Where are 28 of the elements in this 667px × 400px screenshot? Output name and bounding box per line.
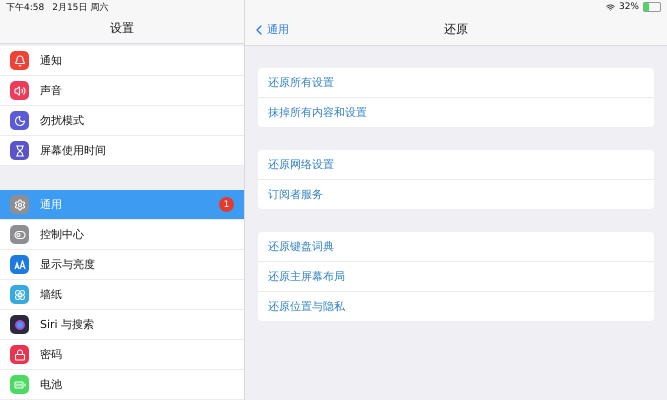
sidebar-item[interactable]: 通用 1 xyxy=(0,190,244,220)
battery-percent: 32% xyxy=(618,2,639,12)
sidebar-title: 设置 xyxy=(110,20,134,37)
sidebar-item-label: 通知 xyxy=(40,53,63,68)
reset-option[interactable]: 还原所有设置 xyxy=(258,68,654,97)
sidebar-item-label: 墙纸 xyxy=(40,287,63,302)
reset-option[interactable]: 还原位置与隐私 xyxy=(258,291,654,321)
sidebar-item-label: Siri 与搜索 xyxy=(40,317,96,332)
page-title: 还原 xyxy=(444,21,468,38)
reset-option[interactable]: 订阅者服务 xyxy=(258,179,654,209)
sidebar-item-label: 勿扰模式 xyxy=(40,113,85,128)
sidebar-item-label: 电池 xyxy=(40,377,63,392)
wifi-icon xyxy=(606,2,615,12)
sidebar-item-label: 通用 xyxy=(40,197,63,212)
reset-option[interactable]: 还原键盘词典 xyxy=(258,232,654,261)
status-date: 2月15日 周六 xyxy=(52,2,108,14)
sidebar-item-label: 显示与亮度 xyxy=(40,257,96,272)
reset-option[interactable]: 抹掉所有内容和设置 xyxy=(258,97,654,127)
battery-icon xyxy=(643,2,661,12)
notification-badge: 1 xyxy=(219,197,234,212)
reset-option[interactable]: 还原主屏幕布局 xyxy=(258,261,654,291)
sidebar-item-label: 控制中心 xyxy=(40,227,85,242)
back-button[interactable]: 通用 xyxy=(251,22,289,38)
sidebar-item-label: 屏幕使用时间 xyxy=(40,143,107,158)
sidebar-item-label: 声音 xyxy=(40,83,63,98)
sidebar-item-label: 密码 xyxy=(40,347,63,362)
reset-option[interactable]: 还原网络设置 xyxy=(258,150,654,179)
status-time: 下午4:58 xyxy=(6,2,44,14)
